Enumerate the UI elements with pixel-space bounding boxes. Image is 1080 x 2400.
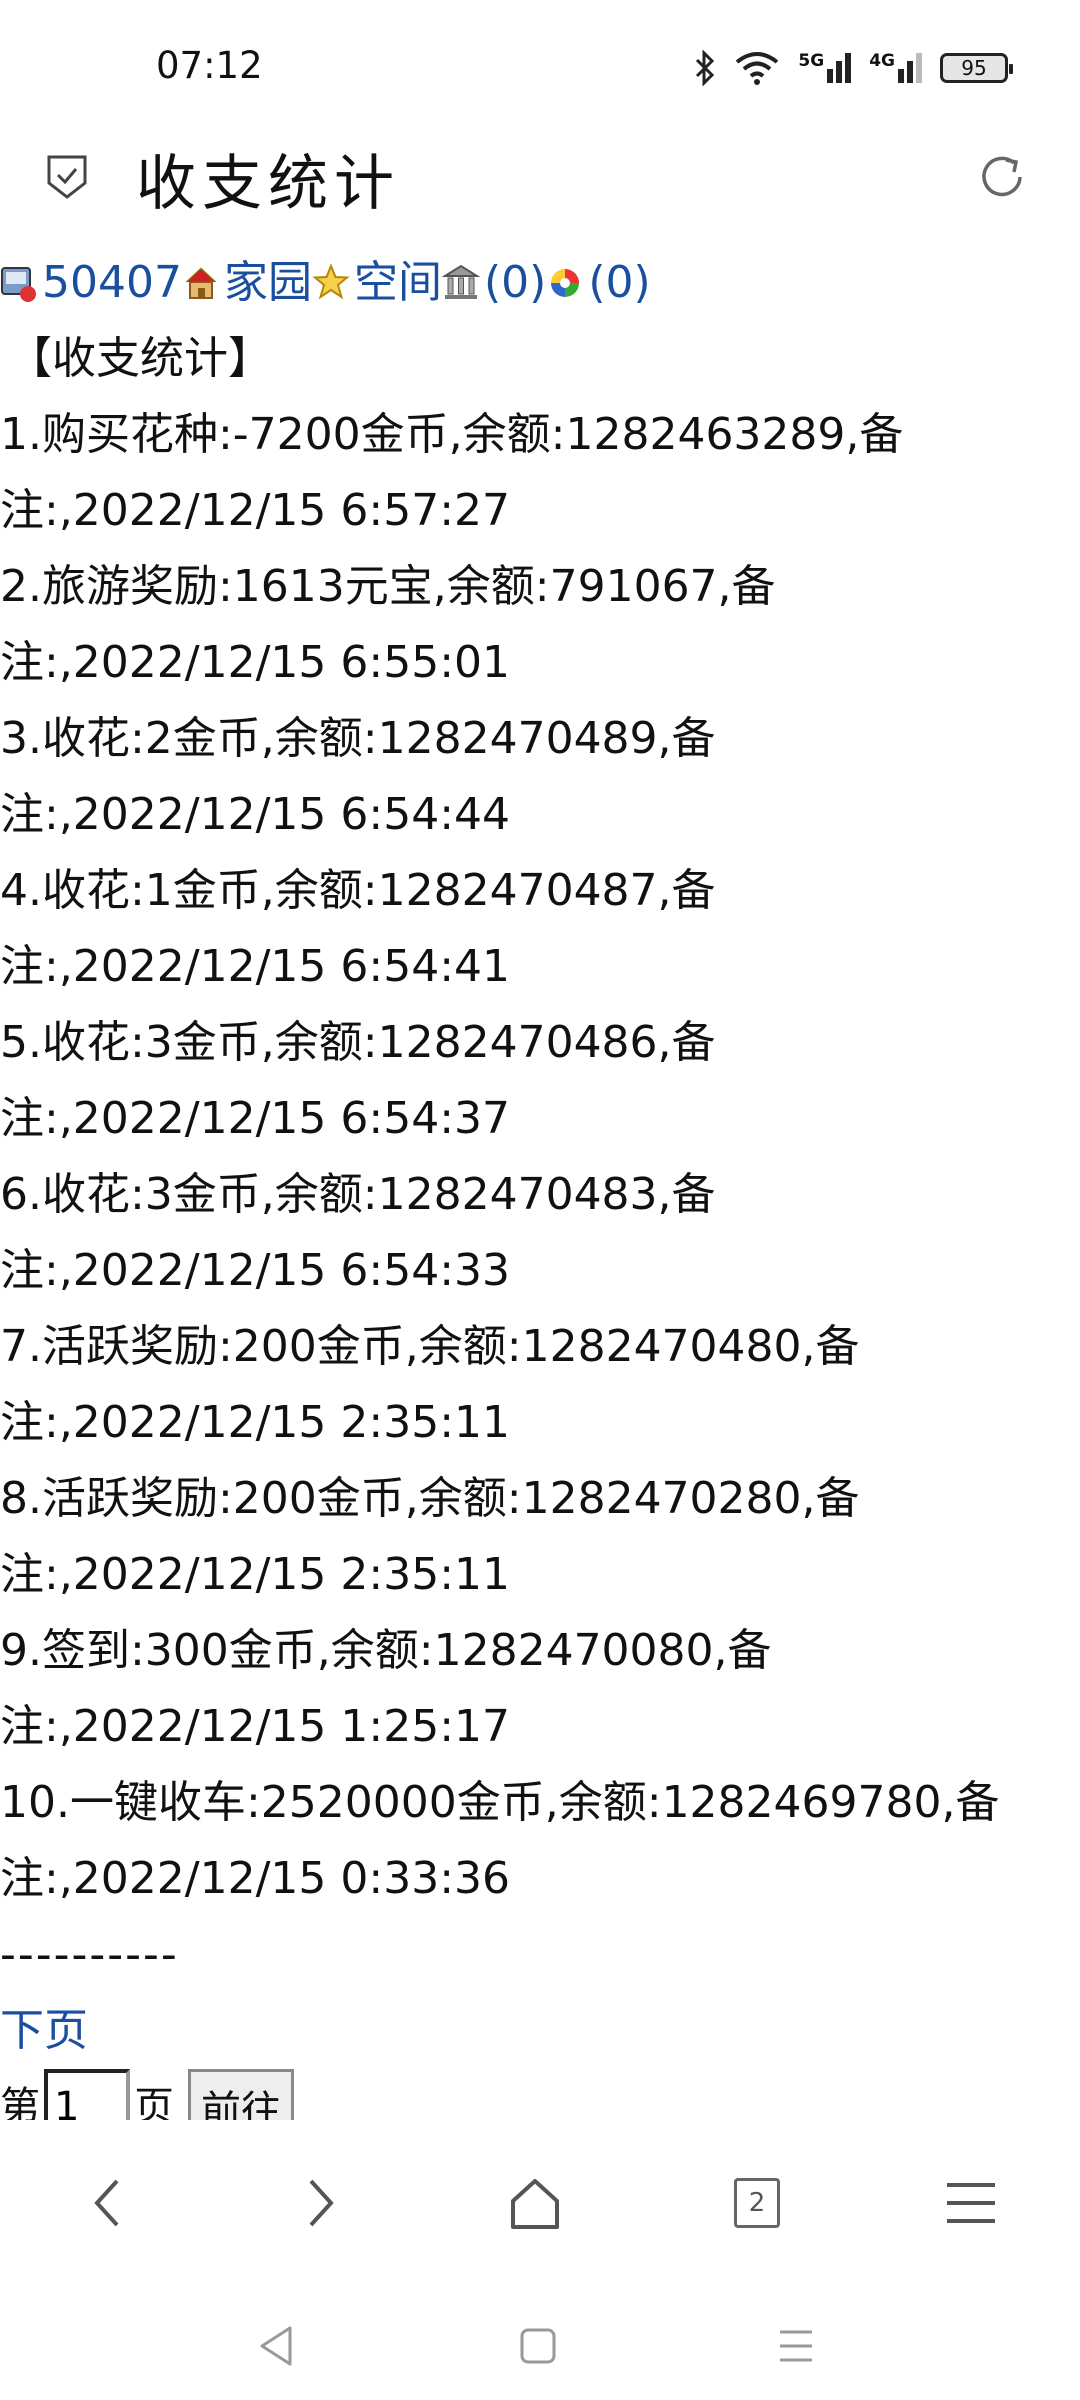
record-note-time: 注:,2022/12/15 2:35:11: [0, 1397, 511, 1448]
battery-level: 95: [961, 56, 987, 80]
house-icon: [511, 2179, 559, 2229]
record-note-time: 注:,2022/12/15 0:33:36: [0, 1853, 511, 1904]
user-id-link[interactable]: 50407: [42, 245, 182, 321]
home-link[interactable]: 家园: [224, 245, 312, 321]
spin-wheel-icon: [551, 269, 580, 297]
chevron-left-icon: [94, 2179, 119, 2227]
record-summary: 5.收花:3金币,余额:1282470486,备: [0, 1017, 716, 1068]
record-note-time: 注:,2022/12/15 6:54:41: [0, 941, 511, 992]
record-item: 4.收花:1金币,余额:1282470487,备 注:,2022/12/15 6:…: [0, 853, 1080, 1005]
divider: ----------: [0, 1929, 179, 1980]
record-item: 10.一键收车:2520000金币,余额:1282469780,备 注:,2022…: [0, 1765, 1080, 1917]
page-title: 收支统计: [136, 149, 400, 219]
record-note-time: 注:,2022/12/15 2:35:11: [0, 1549, 511, 1600]
record-summary: 7.活跃奖励:200金币,余额:1282470480,备: [0, 1321, 860, 1372]
back-button[interactable]: [72, 2168, 142, 2238]
record-summary: 2.旅游奖励:1613元宝,余额:791067,备: [0, 561, 776, 612]
bluetooth-icon: [696, 50, 715, 86]
page-content: 50407 家园 空间 (0) (0) 【收支统计】 1.购买花种:-7200金…: [0, 245, 1080, 2139]
user-avatar-icon: [1, 267, 36, 302]
tab-count: 2: [734, 2178, 780, 2228]
record-item: 1.购买花种:-7200金币,余额:1282463289,备 注:,2022/12…: [0, 397, 1080, 549]
record-item: 2.旅游奖励:1613元宝,余额:791067,备 注:,2022/12/15 6…: [0, 549, 1080, 701]
tabs-button[interactable]: 2: [722, 2168, 792, 2238]
net-4g-label: 4G: [869, 51, 895, 71]
refresh-icon[interactable]: [976, 151, 1028, 203]
system-home-button[interactable]: [508, 2318, 568, 2374]
record-summary: 6.收花:3金币,余额:1282470483,备: [0, 1169, 716, 1220]
system-back-button[interactable]: [246, 2318, 306, 2374]
chevron-right-icon: [309, 2179, 334, 2227]
section-title: 【收支统计】: [8, 333, 272, 384]
record-item: 3.收花:2金币,余额:1282470489,备 注:,2022/12/15 6:…: [0, 701, 1080, 853]
record-note-time: 注:,2022/12/15 6:54:33: [0, 1245, 511, 1296]
record-item: 9.签到:300金币,余额:1282470080,备 注:,2022/12/15 …: [0, 1613, 1080, 1765]
top-nav: 50407 家园 空间 (0) (0): [0, 245, 1080, 321]
record-summary: 9.签到:300金币,余额:1282470080,备: [0, 1625, 772, 1676]
triangle-back-icon: [260, 2326, 292, 2366]
next-page-link[interactable]: 下页: [0, 1993, 1080, 2069]
record-note-time: 注:,2022/12/15 6:57:27: [0, 485, 511, 536]
status-icons: 5G 4G 95: [694, 44, 1013, 92]
record-summary: 8.活跃奖励:200金币,余额:1282470280,备: [0, 1473, 860, 1524]
forward-button[interactable]: [286, 2168, 356, 2238]
record-item: 8.活跃奖励:200金币,余额:1282470280,备 注:,2022/12/1…: [0, 1461, 1080, 1613]
recents-menu-icon: [780, 2330, 812, 2362]
bank-icon: [441, 264, 480, 299]
record-note-time: 注:,2022/12/15 6:54:37: [0, 1093, 511, 1144]
record-item: 5.收花:3金币,余额:1282470486,备 注:,2022/12/15 6:…: [0, 1005, 1080, 1157]
wifi-icon: [736, 52, 779, 85]
signal-4g-icon: 4G: [869, 53, 922, 83]
record-summary: 10.一键收车:2520000金币,余额:1282469780,备: [0, 1777, 1000, 1828]
spin-link[interactable]: (0): [588, 245, 650, 321]
record-summary: 4.收花:1金币,余额:1282470487,备: [0, 865, 716, 916]
record-summary: 3.收花:2金币,余额:1282470489,备: [0, 713, 716, 764]
system-recents-button[interactable]: [766, 2318, 826, 2374]
record-item: 7.活跃奖励:200金币,余额:1282470480,备 注:,2022/12/1…: [0, 1309, 1080, 1461]
battery-icon: 95: [940, 53, 1013, 83]
signal-5g-icon: 5G: [798, 51, 852, 83]
status-time: 07:12: [156, 44, 263, 87]
menu-button[interactable]: [936, 2168, 1006, 2238]
browser-toolbar: 2: [0, 2120, 1080, 2290]
shield-check-icon[interactable]: [45, 153, 89, 201]
record-note-time: 注:,2022/12/15 6:55:01: [0, 637, 511, 688]
home-icon: [185, 267, 217, 299]
net-5g-label: 5G: [798, 51, 825, 71]
bank-link[interactable]: (0): [484, 245, 546, 321]
record-list: 1.购买花种:-7200金币,余额:1282463289,备 注:,2022/12…: [0, 397, 1080, 1917]
record-note-time: 注:,2022/12/15 6:54:44: [0, 789, 511, 840]
record-item: 6.收花:3金币,余额:1282470483,备 注:,2022/12/15 6:…: [0, 1157, 1080, 1309]
record-summary: 1.购买花种:-7200金币,余额:1282463289,备: [0, 409, 904, 460]
status-bar: 07:12 5G 4G 95: [0, 0, 1080, 135]
menu-icon: [947, 2183, 995, 2223]
record-note-time: 注:,2022/12/15 1:25:17: [0, 1701, 511, 1752]
square-home-icon: [520, 2328, 556, 2364]
system-nav-bar: [0, 2290, 1080, 2400]
space-link[interactable]: 空间: [354, 245, 442, 321]
star-icon: [312, 263, 350, 300]
home-button[interactable]: [500, 2168, 570, 2238]
